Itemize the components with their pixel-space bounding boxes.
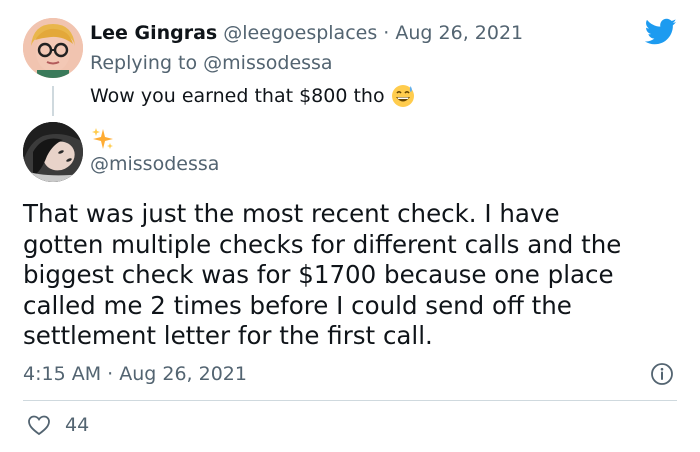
replying-to-mention[interactable]: @missodessa: [203, 52, 332, 74]
reply-author-name[interactable]: Lee Gingras: [90, 22, 217, 44]
sparkles-emoji-icon: [92, 128, 113, 149]
reply-text-body: Wow you earned that $800 tho: [90, 85, 385, 107]
main-tweet-line: settlement letter for the first call.: [23, 321, 433, 350]
heart-icon[interactable]: [27, 414, 51, 436]
main-tweet-line: gotten multiple checks for different cal…: [23, 229, 622, 259]
avatar-lee-gingras[interactable]: [23, 18, 83, 78]
avatar-lee-image: [23, 18, 83, 78]
main-author-handle[interactable]: @missodessa: [90, 153, 219, 175]
main-tweet-text: That was just the most recent check. I h…: [23, 199, 683, 352]
reply-header: Lee Gingras @leegoesplaces · Aug 26, 202…: [90, 22, 523, 44]
main-tweet-line: That was just the most recent check. I h…: [23, 199, 560, 228]
info-icon[interactable]: [650, 362, 674, 386]
replying-prefix: Replying to: [90, 52, 198, 74]
like-count: 44: [65, 414, 90, 436]
tweet-divider: [23, 400, 677, 401]
avatar-missodessa[interactable]: [23, 122, 83, 182]
grinning-sweat-emoji-icon: [391, 85, 414, 107]
thread-connector-line: [52, 86, 54, 116]
reply-date[interactable]: Aug 26, 2021: [395, 22, 523, 44]
reply-author-handle[interactable]: @leegoesplaces: [223, 22, 377, 44]
main-tweet-line: called me 2 times before I could send of…: [23, 290, 572, 320]
tweet-timestamp[interactable]: 4:15 AM · Aug 26, 2021: [23, 363, 247, 385]
like-action[interactable]: 44: [27, 414, 89, 436]
twitter-bird-icon[interactable]: [645, 18, 677, 46]
avatar-missodessa-image: [23, 122, 83, 182]
reply-separator: ·: [383, 22, 390, 44]
reply-text: Wow you earned that $800 tho: [90, 84, 415, 108]
replying-to-line: Replying to @missodessa: [90, 52, 333, 74]
main-tweet-line: biggest check was for $1700 because one …: [23, 260, 614, 289]
